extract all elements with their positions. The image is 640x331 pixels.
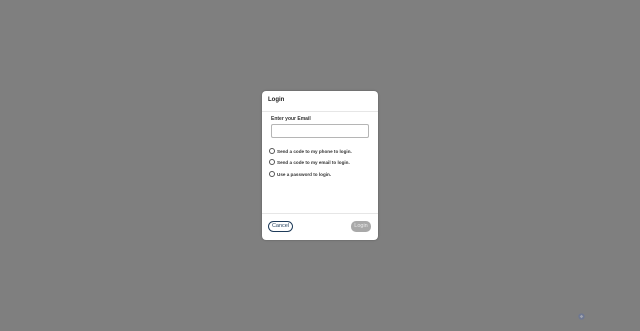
dialog-header: Login xyxy=(262,91,378,112)
email-field[interactable] xyxy=(271,124,369,138)
radio-phone-code[interactable] xyxy=(269,148,275,154)
page-backdrop: { "dialog": { "title": "Login", "email_l… xyxy=(0,0,640,331)
option-label: Use a password to login. xyxy=(277,171,332,177)
option-label: Send a code to my email to login. xyxy=(277,159,350,165)
radio-email-code[interactable] xyxy=(269,159,275,165)
option-phone-code[interactable]: Send a code to my phone to login. xyxy=(269,147,352,155)
cancel-button[interactable]: Cancel xyxy=(268,221,293,232)
logo-icon xyxy=(578,313,585,320)
login-button[interactable]: Login xyxy=(351,221,371,232)
option-label: Send a code to my phone to login. xyxy=(277,148,352,154)
dialog-footer: Cancel Login xyxy=(262,213,378,240)
option-password[interactable]: Use a password to login. xyxy=(269,170,331,178)
login-dialog: Login Enter your Email Send a code to my… xyxy=(262,91,378,240)
radio-password[interactable] xyxy=(269,171,275,177)
dialog-title: Login xyxy=(268,97,285,103)
email-label: Enter your Email xyxy=(271,116,311,122)
option-email-code[interactable]: Send a code to my email to login. xyxy=(269,158,350,166)
